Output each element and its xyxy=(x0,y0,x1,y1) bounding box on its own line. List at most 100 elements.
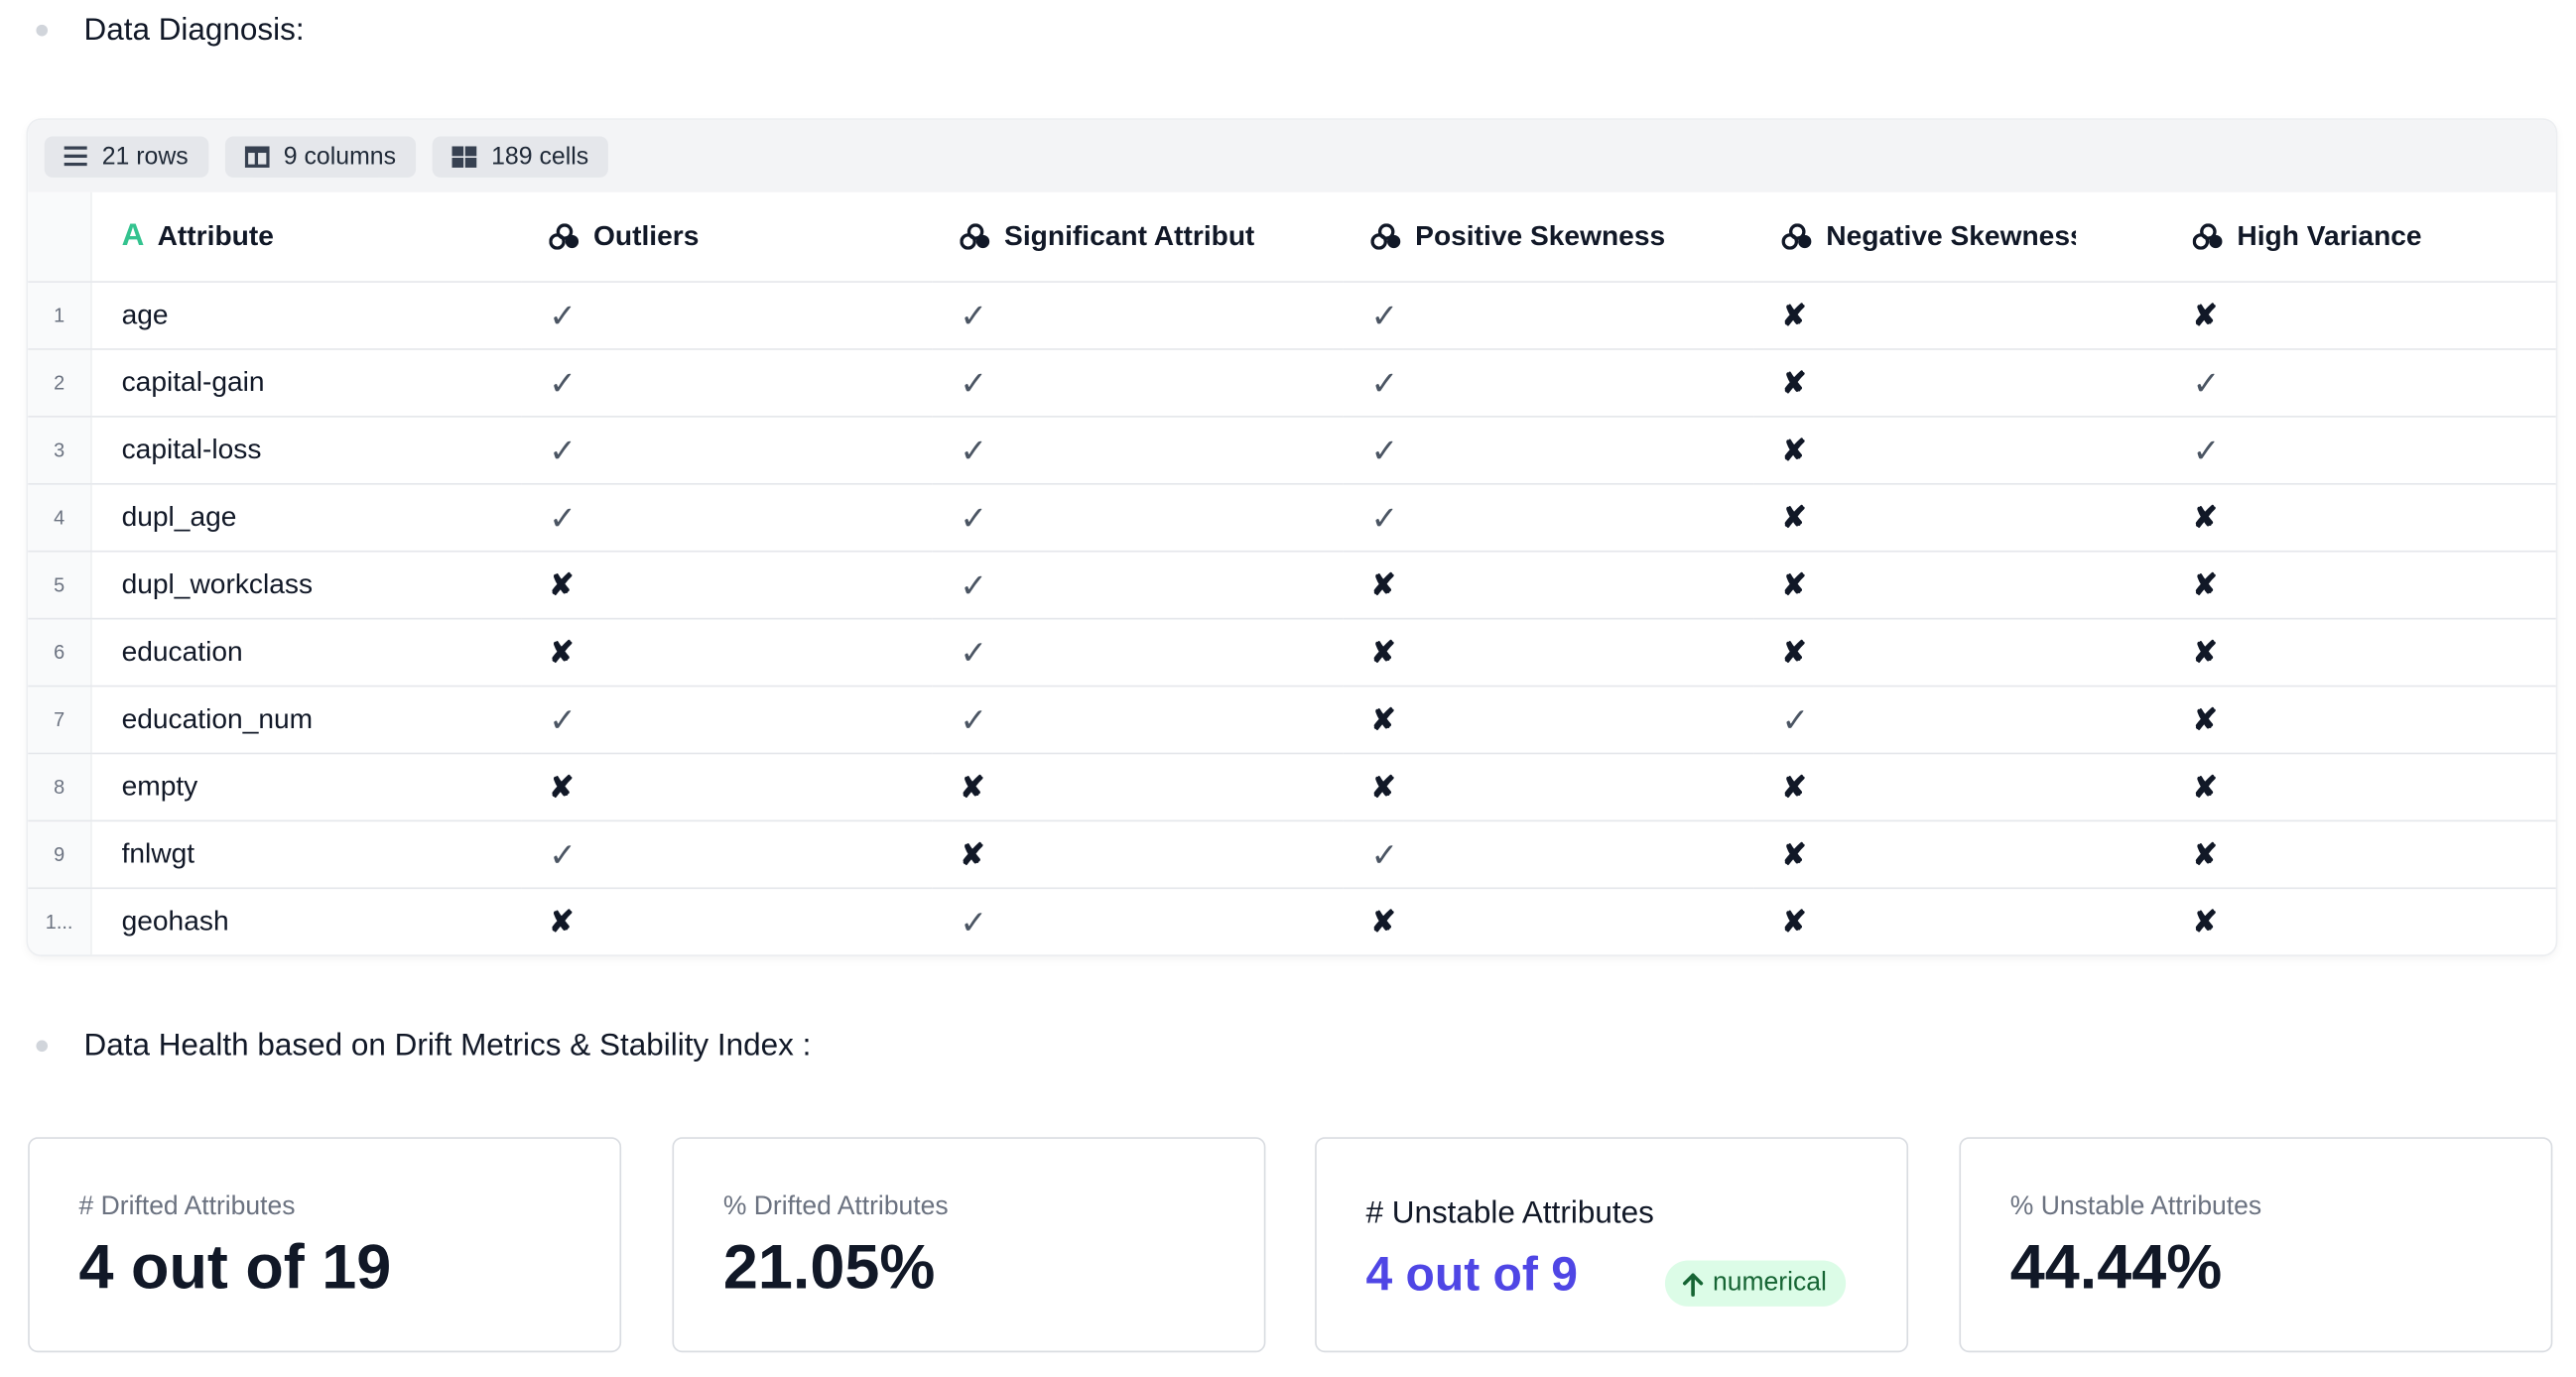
health-title: Data Health based on Drift Metrics & Sta… xyxy=(83,1028,812,1064)
diagnosis-table[interactable]: 21 rows 9 columns 189 cells A Attribute xyxy=(28,119,2556,955)
cross-icon: ✘ xyxy=(549,567,575,601)
cross-icon: ✘ xyxy=(1370,702,1396,736)
column-header-label: Outliers xyxy=(592,219,700,252)
cells-icon xyxy=(451,145,477,168)
cross-icon: ✘ xyxy=(1781,365,1807,399)
row-index: 9 xyxy=(28,820,92,890)
attribute-cell: capital-gain xyxy=(90,348,522,418)
cross-icon: ✘ xyxy=(2192,904,2218,938)
check-cell: ✓ xyxy=(521,820,933,890)
table-toolbar: 21 rows 9 columns 189 cells xyxy=(28,119,2556,192)
columns-count: 9 columns xyxy=(283,142,397,171)
data-table: A Attribute Outliers Significant Attribu… xyxy=(28,191,2556,955)
cross-icon: ✘ xyxy=(2192,702,2218,736)
columns-icon xyxy=(244,145,269,168)
cross-cell: ✘ xyxy=(932,753,1344,822)
check-icon: ✓ xyxy=(1370,836,1399,874)
table-row[interactable]: 6education✘✓✘✘✘✘ xyxy=(28,618,2556,688)
attribute-cell: education xyxy=(90,618,522,688)
cross-icon: ✘ xyxy=(1781,567,1807,601)
cross-cell: ✘ xyxy=(2164,282,2556,350)
column-header-outliers[interactable]: Outliers xyxy=(521,191,933,283)
check-cell: ✓ xyxy=(1343,483,1754,553)
check-icon: ✓ xyxy=(1370,365,1399,402)
unstable-percent-card: % Unstable Attributes 44.44% xyxy=(1959,1137,2553,1353)
cross-icon: ✘ xyxy=(2192,635,2218,669)
check-icon: ✓ xyxy=(960,635,988,672)
table-body: 1age ✓ ✓ ✓ ✘ ✘ ✘ 2capital-gain ✓ ✓ ✓ ✘ ✓ ✘ 3capital-lo… xyxy=(28,282,2556,955)
check-icon: ✓ xyxy=(549,702,578,739)
table-row[interactable]: 1...geohash✘✓✘✘✘✘ xyxy=(28,888,2556,955)
cross-icon: ✘ xyxy=(1781,500,1807,534)
columns-count-chip: 9 columns xyxy=(224,135,416,178)
row-index: 3 xyxy=(28,416,92,485)
check-icon: ✓ xyxy=(960,702,988,739)
row-index: 6 xyxy=(28,618,92,688)
check-cell: ✓ xyxy=(932,416,1344,485)
row-index: 2 xyxy=(28,348,92,418)
check-icon: ✓ xyxy=(549,500,578,537)
check-icon: ✓ xyxy=(1370,433,1399,469)
boolean-type-icon xyxy=(2192,223,2223,250)
cross-cell: ✘ xyxy=(2164,618,2556,688)
cross-cell: ✘ xyxy=(1343,551,1754,620)
table-row[interactable]: 9fnlwgt✓✘✓✘✘✘ xyxy=(28,820,2556,890)
attribute-cell: geohash xyxy=(90,888,522,955)
column-header-negative-skewness[interactable]: Negative Skewness xyxy=(1753,191,2165,283)
cross-icon: ✘ xyxy=(549,770,575,804)
cross-cell: ✘ xyxy=(2164,820,2556,890)
diagnosis-section-heading: Data Diagnosis: xyxy=(0,13,658,49)
check-icon: ✓ xyxy=(1370,298,1399,335)
metric-label: # Unstable Attributes xyxy=(1365,1195,1654,1231)
table-row[interactable]: 7education_num✓✓✘✓✘✓ xyxy=(28,686,2556,755)
table-row[interactable]: 1age✓✓✓✘✘✘ xyxy=(28,282,2556,350)
metric-value: 21.05% xyxy=(722,1233,936,1304)
cross-cell: ✘ xyxy=(2164,888,2556,955)
cells-count-chip: 189 cells xyxy=(432,135,609,178)
column-header-label: Attribute xyxy=(157,219,274,252)
row-index: 1... xyxy=(28,888,92,955)
column-header-label: Negative Skewness xyxy=(1826,219,2077,252)
table-row[interactable]: 8empty✘✘✘✘✘✘ xyxy=(28,753,2556,822)
check-cell: ✓ xyxy=(1343,820,1754,890)
metric-value: 44.44% xyxy=(2009,1233,2223,1304)
check-icon: ✓ xyxy=(960,500,988,537)
table-row[interactable]: 3capital-loss✓✓✓✘✓✘ xyxy=(28,416,2556,485)
cross-cell: ✘ xyxy=(1753,483,2165,553)
check-icon: ✓ xyxy=(549,298,578,335)
metric-label: % Drifted Attributes xyxy=(722,1192,949,1221)
cross-icon: ✘ xyxy=(960,836,985,871)
table-row[interactable]: 5dupl_workclass✘✓✘✘✘✘ xyxy=(28,551,2556,620)
check-cell: ✓ xyxy=(932,483,1344,553)
cross-cell: ✘ xyxy=(2164,551,2556,620)
column-header-label: High Variance xyxy=(2237,219,2422,252)
cross-cell: ✘ xyxy=(1753,551,2165,620)
cross-cell: ✘ xyxy=(521,888,933,955)
rows-count: 21 rows xyxy=(101,142,189,171)
row-index: 8 xyxy=(28,753,92,822)
drifted-percent-card: % Drifted Attributes 21.05% xyxy=(672,1137,1266,1353)
table-row[interactable]: 2capital-gain✓✓✓✘✓✘ xyxy=(28,348,2556,418)
check-cell: ✓ xyxy=(932,551,1344,620)
boolean-type-icon xyxy=(549,223,580,250)
check-cell: ✓ xyxy=(521,282,933,350)
column-header-label: Positive Skewness xyxy=(1415,219,1666,252)
delta-badge: numerical xyxy=(1664,1260,1847,1307)
metric-value: 4 out of 19 xyxy=(78,1233,392,1304)
column-header-positive-skewness[interactable]: Positive Skewness xyxy=(1343,191,1754,283)
cross-icon: ✘ xyxy=(960,770,985,804)
check-icon: ✓ xyxy=(960,433,988,469)
attribute-cell: dupl_age xyxy=(90,483,522,553)
column-header-high-variance[interactable]: High Variance xyxy=(2164,191,2556,283)
boolean-type-icon xyxy=(1370,223,1401,250)
column-header-attribute[interactable]: A Attribute xyxy=(90,191,522,283)
table-row[interactable]: 4dupl_age✓✓✓✘✘✓ xyxy=(28,483,2556,553)
attribute-cell: capital-loss xyxy=(90,416,522,485)
check-cell: ✓ xyxy=(2164,348,2556,418)
check-cell: ✓ xyxy=(1753,686,2165,755)
column-header-significant-attribute[interactable]: Significant Attribut xyxy=(932,191,1344,283)
check-cell: ✓ xyxy=(932,348,1344,418)
attribute-cell: empty xyxy=(90,753,522,822)
check-cell: ✓ xyxy=(521,686,933,755)
cross-icon: ✘ xyxy=(1781,904,1807,938)
